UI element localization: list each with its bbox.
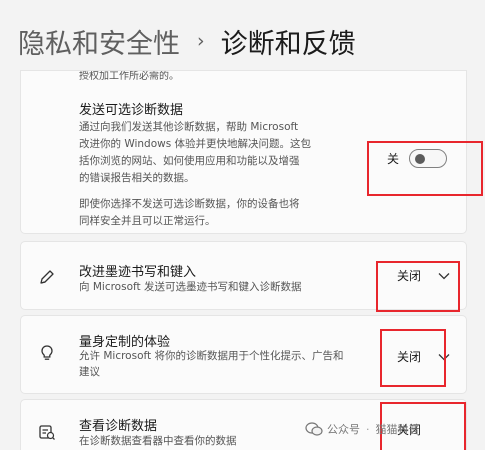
breadcrumb-parent-privacy-security[interactable]: 隐私和安全性 <box>18 22 180 61</box>
description-line: 通过向我们发送其他诊断数据，帮助 Microsoft <box>79 121 299 133</box>
optional-data-note: 即使你选择不发送可选诊断数据，你的设备也将 同样安全并且可以正常运行。 <box>79 196 300 230</box>
callout-toggle-highlight <box>367 141 483 196</box>
description-line: 的错误报告相关的数据。 <box>79 172 195 184</box>
note-line: 同样安全并且可以正常运行。 <box>79 215 216 227</box>
clipped-description: 授权加工作所必需的。 <box>79 71 179 82</box>
setting-title: 查看诊断数据 <box>79 419 158 434</box>
setting-subtitle: 向 Microsoft 发送可选墨迹书写和键入诊断数据 <box>79 281 302 293</box>
description-line: 改进你的 Windows 体验并更快地解决问题。这包 <box>79 138 312 150</box>
optional-data-description: 通过向我们发送其他诊断数据，帮助 Microsoft 改进你的 Windows … <box>79 119 311 187</box>
callout-inking-dropdown-highlight <box>376 261 460 312</box>
wechat-icon <box>305 422 323 436</box>
setting-title: 改进墨迹书写和键入 <box>79 265 197 280</box>
subtitle-line: 允许 Microsoft 将你的诊断数据用于个性化提示、广告和 <box>79 350 344 362</box>
watermark-separator: · <box>366 422 370 436</box>
optional-data-title: 发送可选诊断数据 <box>79 103 184 118</box>
subtitle-line: 建议 <box>79 366 100 378</box>
description-line: 括你浏览的网站、如何使用应用和功能以及增强 <box>79 155 300 167</box>
setting-subtitle: 在诊断数据查看器中查看你的数据 <box>79 435 237 447</box>
watermark: 公众号 · 猫猫科普 <box>305 421 420 437</box>
watermark-author: 猫猫科普 <box>375 423 420 436</box>
lightbulb-icon <box>41 345 53 360</box>
diagnostic-viewer-icon <box>39 425 55 440</box>
watermark-channel: 公众号 <box>327 423 360 436</box>
breadcrumb: 隐私和安全性 › 诊断和反馈 <box>18 20 356 62</box>
callout-tailored-dropdown-highlight <box>380 329 446 387</box>
setting-subtitle: 允许 Microsoft 将你的诊断数据用于个性化提示、广告和 建议 <box>79 348 343 380</box>
note-line: 即使你选择不发送可选诊断数据，你的设备也将 <box>79 198 300 210</box>
breadcrumb-separator: › <box>197 30 205 52</box>
page-title: 诊断和反馈 <box>220 28 356 60</box>
pen-icon <box>40 270 54 284</box>
